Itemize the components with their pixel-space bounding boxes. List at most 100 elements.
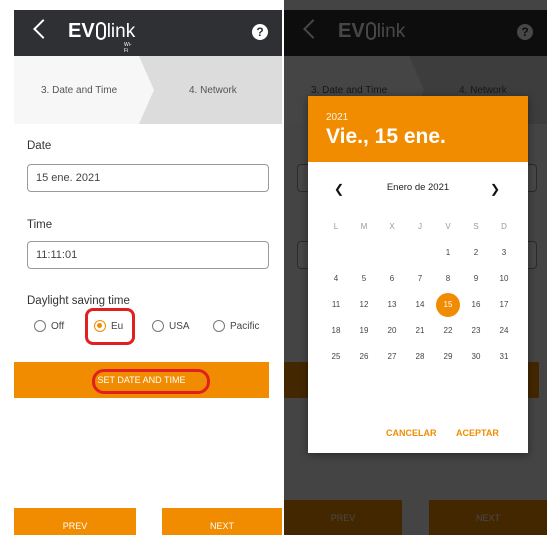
calendar-day-number: 15 (436, 293, 460, 317)
calendar-day[interactable]: 15 (434, 292, 462, 318)
calendar-day[interactable]: 27 (378, 344, 406, 370)
calendar-day-number: 27 (387, 352, 397, 361)
dst-off-label: Off (51, 320, 65, 332)
calendar-day-number: 12 (359, 300, 369, 309)
chevron-left-icon[interactable]: ❮ (334, 182, 344, 196)
logo-ev: EV (68, 20, 95, 42)
calendar-day-number: 10 (499, 274, 509, 283)
calendar-day[interactable]: 9 (462, 266, 490, 292)
calendar-day[interactable]: 10 (490, 266, 518, 292)
calendar-day[interactable]: 2 (462, 240, 490, 266)
calendar-day[interactable]: 21 (406, 318, 434, 344)
highlight-eu (85, 308, 135, 345)
radio-usa[interactable] (152, 320, 164, 332)
weekday-label: L (333, 222, 339, 231)
app-logo: EV link Wi-Fi (68, 20, 136, 54)
accept-button[interactable]: ACEPTAR (456, 428, 499, 438)
calendar-day[interactable]: 5 (350, 266, 378, 292)
calendar-day[interactable]: 22 (434, 318, 462, 344)
weekday-label: M (360, 222, 368, 231)
calendar-week-row: 25 26 27 28 29 30 31 (322, 344, 518, 370)
step-indicator: 3. Date and Time 4. Network (14, 56, 282, 124)
calendar-day[interactable]: 3 (490, 240, 518, 266)
calendar-week-row: 18 19 20 21 22 23 24 (322, 318, 518, 344)
calendar-day-number: 17 (499, 300, 509, 309)
calendar-empty-cell (406, 240, 434, 266)
chevron-left-icon[interactable] (33, 19, 53, 39)
calendar-grid: L M X J V S D 1 2 3 4 5 6 7 8 9 10 11 12 13 14 15 16 17 1… (322, 214, 518, 370)
chevron-right-icon[interactable]: ❯ (490, 182, 500, 196)
calendar-day[interactable]: 16 (462, 292, 490, 318)
prev-label: PREV (62, 521, 88, 531)
calendar-day[interactable]: 11 (322, 292, 350, 318)
calendar-day[interactable]: 30 (462, 344, 490, 370)
calendar-day-number: 4 (333, 274, 339, 283)
calendar-day[interactable]: 28 (406, 344, 434, 370)
calendar-day-number: 6 (389, 274, 395, 283)
calendar-day-number: 19 (359, 326, 369, 335)
logo-link: link (106, 21, 136, 42)
calendar-day[interactable]: 24 (490, 318, 518, 344)
calendar-day-number: 30 (471, 352, 481, 361)
calendar-day-number: 9 (473, 274, 479, 283)
calendar-day[interactable]: 1 (434, 240, 462, 266)
dst-option-usa[interactable]: USA (152, 320, 190, 332)
calendar-day-number: 28 (415, 352, 425, 361)
calendar-day-number: 11 (331, 300, 341, 309)
dst-usa-label: USA (169, 320, 190, 332)
calendar-day[interactable]: 23 (462, 318, 490, 344)
calendar-day-number: 24 (499, 326, 509, 335)
weekday-label: X (389, 222, 395, 231)
calendar-day[interactable]: 7 (406, 266, 434, 292)
date-picker-header: 2021 Vie., 15 ene. (308, 96, 528, 162)
calendar-day[interactable]: 31 (490, 344, 518, 370)
calendar-day-number: 29 (443, 352, 453, 361)
date-field[interactable]: 15 ene. 2021 (27, 164, 269, 192)
selected-date: Vie., 15 ene. (326, 125, 446, 148)
date-label: Date (27, 140, 52, 152)
calendar-week-row: 1 2 3 (322, 240, 518, 266)
calendar-day[interactable]: 6 (378, 266, 406, 292)
calendar-day[interactable]: 19 (350, 318, 378, 344)
calendar-day[interactable]: 13 (378, 292, 406, 318)
time-field[interactable]: 11:11:01 (27, 241, 269, 269)
radio-pacific[interactable] (213, 320, 225, 332)
calendar-day[interactable]: 29 (434, 344, 462, 370)
radio-off[interactable] (34, 320, 46, 332)
calendar-day-number: 14 (415, 300, 425, 309)
calendar-day[interactable]: 8 (434, 266, 462, 292)
calendar-day-number: 25 (331, 352, 341, 361)
next-label: NEXT (209, 521, 234, 531)
calendar-day[interactable]: 12 (350, 292, 378, 318)
calendar-day[interactable]: 17 (490, 292, 518, 318)
help-icon[interactable]: ? (252, 24, 268, 40)
calendar-day-number: 16 (471, 300, 481, 309)
calendar-week-row: 4 5 6 7 8 9 10 (322, 266, 518, 292)
dst-option-off[interactable]: Off (34, 320, 64, 332)
step-date-time: 3. Date and Time (14, 56, 154, 124)
calendar-day[interactable]: 25 (322, 344, 350, 370)
dst-option-pacific[interactable]: Pacific (213, 320, 259, 332)
selected-year[interactable]: 2021 (326, 112, 348, 123)
calendar-day-number: 13 (387, 300, 397, 309)
calendar-day-number: 7 (417, 274, 423, 283)
calendar-day[interactable]: 4 (322, 266, 350, 292)
highlight-set-button (92, 369, 210, 394)
cancel-button[interactable]: CANCELAR (386, 428, 437, 438)
calendar-day[interactable]: 20 (378, 318, 406, 344)
next-button[interactable]: NEXT (162, 508, 282, 535)
calendar-day-number: 22 (443, 326, 453, 335)
step-network-label: 4. Network (189, 85, 237, 96)
calendar-day[interactable]: 18 (322, 318, 350, 344)
weekday-label: D (501, 222, 507, 231)
weekday-label: J (418, 222, 422, 231)
calendar-day-number: 1 (445, 248, 451, 257)
calendar-day-number: 5 (361, 274, 367, 283)
dst-pacific-label: Pacific (230, 320, 260, 332)
calendar-day[interactable]: 14 (406, 292, 434, 318)
prev-button[interactable]: PREV (14, 508, 136, 535)
calendar-day[interactable]: 26 (350, 344, 378, 370)
time-label: Time (27, 219, 53, 231)
date-picker-dialog: 2021 Vie., 15 ene. Enero de 2021 ❮ ❯ L M… (308, 96, 528, 453)
weekday-row: L M X J V S D (322, 214, 518, 240)
